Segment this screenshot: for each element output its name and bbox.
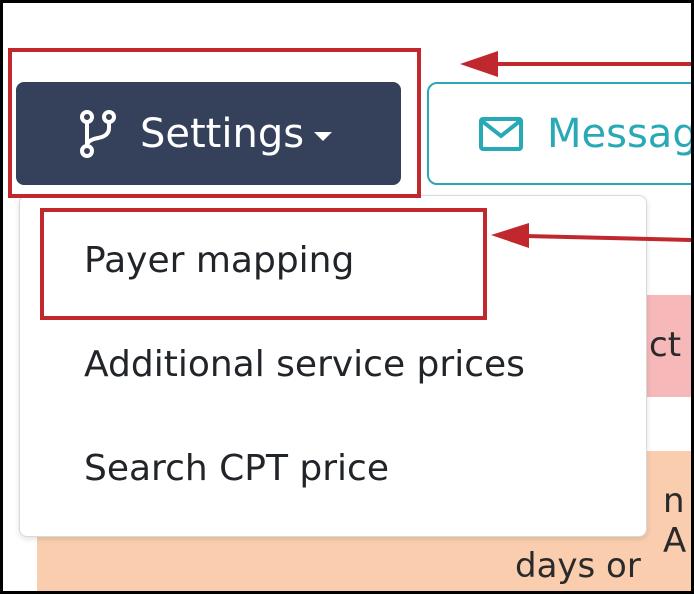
settings-dropdown-menu: Payer mapping Additional service prices … <box>19 195 647 537</box>
settings-button-label: Settings <box>140 110 305 157</box>
alert-row-peach-text-1: n A <box>663 481 687 561</box>
envelope-icon <box>479 116 523 151</box>
alert-row-peach-text-2: days or <box>515 546 641 586</box>
message-button-label: Messag <box>547 110 691 157</box>
message-button[interactable]: Messag <box>427 82 691 185</box>
code-branch-icon <box>78 109 118 158</box>
annotation-arrow-settings <box>460 51 691 77</box>
menu-item-payer-mapping[interactable]: Payer mapping <box>84 240 354 281</box>
alert-row-pink-text: ct <box>649 325 682 365</box>
settings-dropdown-button[interactable]: Settings <box>16 82 401 185</box>
menu-item-search-cpt-price[interactable]: Search CPT price <box>84 448 389 489</box>
screenshot-frame: ct n A days or Settings Messag Payer map… <box>3 3 691 591</box>
caret-down-icon <box>314 132 333 141</box>
menu-item-additional-service-prices[interactable]: Additional service prices <box>84 344 525 385</box>
